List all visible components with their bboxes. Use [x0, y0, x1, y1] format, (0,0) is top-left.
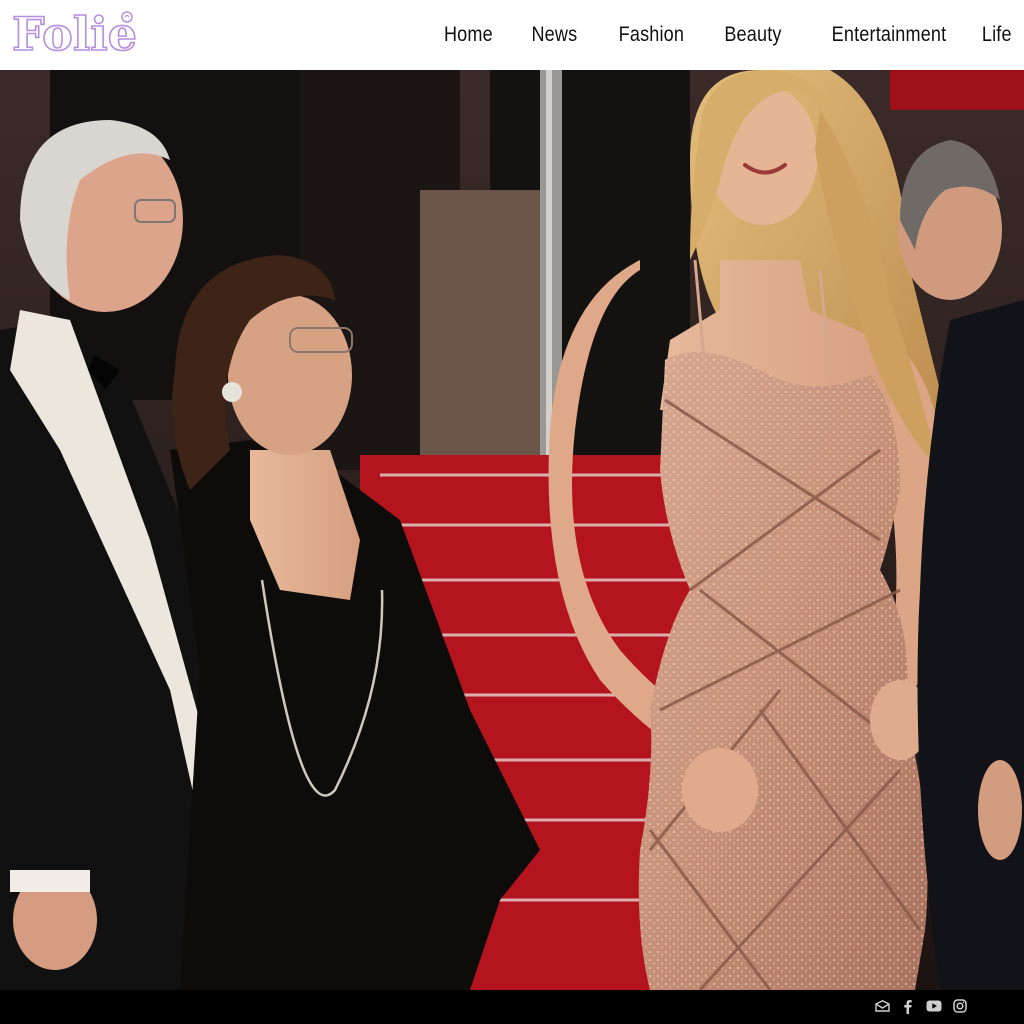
- hero-illustration: [0, 70, 1024, 990]
- hero-photo[interactable]: [0, 70, 1024, 990]
- site-footer: [0, 990, 1024, 1024]
- nav-item-fashion[interactable]: Fashion: [619, 23, 684, 47]
- nav-item-life[interactable]: Life: [982, 23, 1012, 47]
- facebook-icon[interactable]: [900, 998, 916, 1014]
- logo-swirl-icon: [121, 11, 133, 23]
- nav-item-entertainment[interactable]: Entertainment: [832, 23, 947, 47]
- nav-item-beauty[interactable]: Beauty: [725, 23, 782, 47]
- nav-item-news[interactable]: News: [531, 23, 577, 47]
- main-nav: Home News Fashion Beauty Entertainment L…: [436, 0, 1012, 70]
- youtube-icon[interactable]: [926, 998, 942, 1014]
- site-header: Folie Home News Fashion Beauty Entertain…: [0, 0, 1024, 70]
- nav-item-home[interactable]: Home: [444, 23, 493, 47]
- mail-icon[interactable]: [874, 998, 890, 1014]
- site-logo[interactable]: Folie: [11, 4, 138, 64]
- instagram-icon[interactable]: [952, 998, 968, 1014]
- social-links: [874, 998, 968, 1014]
